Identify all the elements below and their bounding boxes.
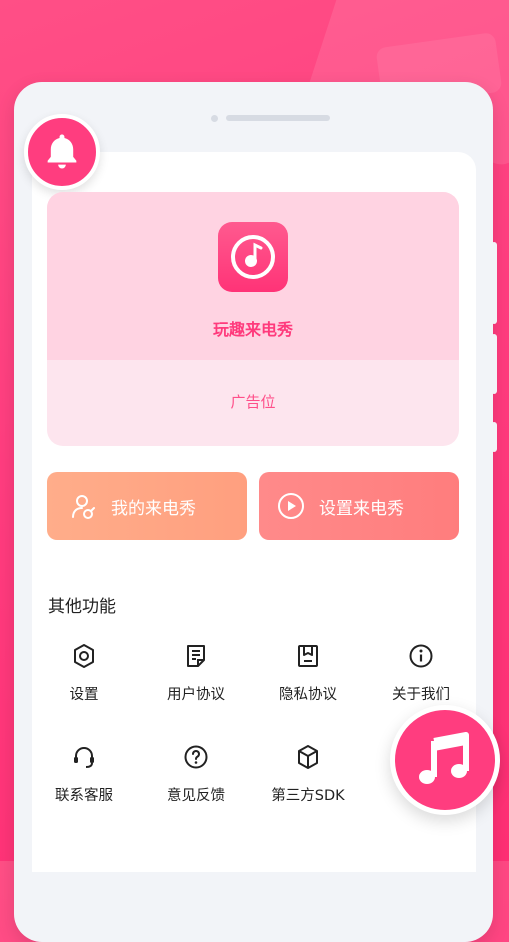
- phone-side-button: [491, 422, 497, 452]
- grid-item-label: 隐私协议: [279, 687, 337, 703]
- music-note-icon: [231, 235, 275, 279]
- ad-placeholder-label: 广告位: [230, 393, 276, 411]
- set-call-show-button[interactable]: 设置来电秀: [259, 472, 459, 540]
- music-floating-button[interactable]: [390, 705, 500, 815]
- settings-icon: [71, 643, 97, 669]
- my-call-show-button[interactable]: 我的来电秀: [47, 472, 247, 540]
- app-logo: [218, 222, 288, 292]
- grid-item-label: 第三方SDK: [271, 788, 345, 804]
- privacy-document-icon: [295, 643, 321, 669]
- other-features-title: 其他功能: [48, 597, 116, 617]
- info-icon: [408, 643, 434, 669]
- grid-item-label: 用户协议: [167, 687, 225, 703]
- document-icon: [183, 643, 209, 669]
- grid-item-settings[interactable]: 设置: [29, 643, 139, 704]
- cube-icon: [295, 744, 321, 770]
- app-name: 玩趣来电秀: [212, 320, 293, 339]
- bell-badge: [24, 114, 100, 190]
- grid-item-customer-service[interactable]: 联系客服: [29, 744, 139, 805]
- grid-item-feedback[interactable]: 意见反馈: [141, 744, 251, 805]
- bell-icon: [47, 134, 77, 169]
- grid-item-third-party-sdk[interactable]: 第三方SDK: [253, 744, 363, 805]
- ad-banner[interactable]: 玩趣来电秀 广告位: [47, 192, 459, 446]
- question-icon: [183, 744, 209, 770]
- my-call-show-label: 我的来电秀: [111, 498, 196, 519]
- phone-speaker: [226, 115, 330, 121]
- grid-item-label: 意见反馈: [167, 788, 225, 804]
- user-icon: [69, 492, 97, 520]
- music-note-icon: [419, 732, 469, 784]
- banner-header: 玩趣来电秀: [47, 192, 459, 360]
- grid-item-label: 联系客服: [55, 788, 113, 804]
- grid-item-about-us[interactable]: 关于我们: [366, 643, 476, 704]
- grid-item-label: 关于我们: [392, 687, 450, 703]
- phone-side-button: [491, 242, 497, 324]
- set-call-show-label: 设置来电秀: [319, 498, 404, 519]
- grid-item-label: 设置: [69, 687, 99, 703]
- grid-item-user-agreement[interactable]: 用户协议: [141, 643, 251, 704]
- phone-side-button: [491, 334, 497, 394]
- phone-camera: [211, 115, 218, 122]
- play-icon: [277, 492, 305, 520]
- grid-item-privacy-agreement[interactable]: 隐私协议: [253, 643, 363, 704]
- headset-icon: [71, 744, 97, 770]
